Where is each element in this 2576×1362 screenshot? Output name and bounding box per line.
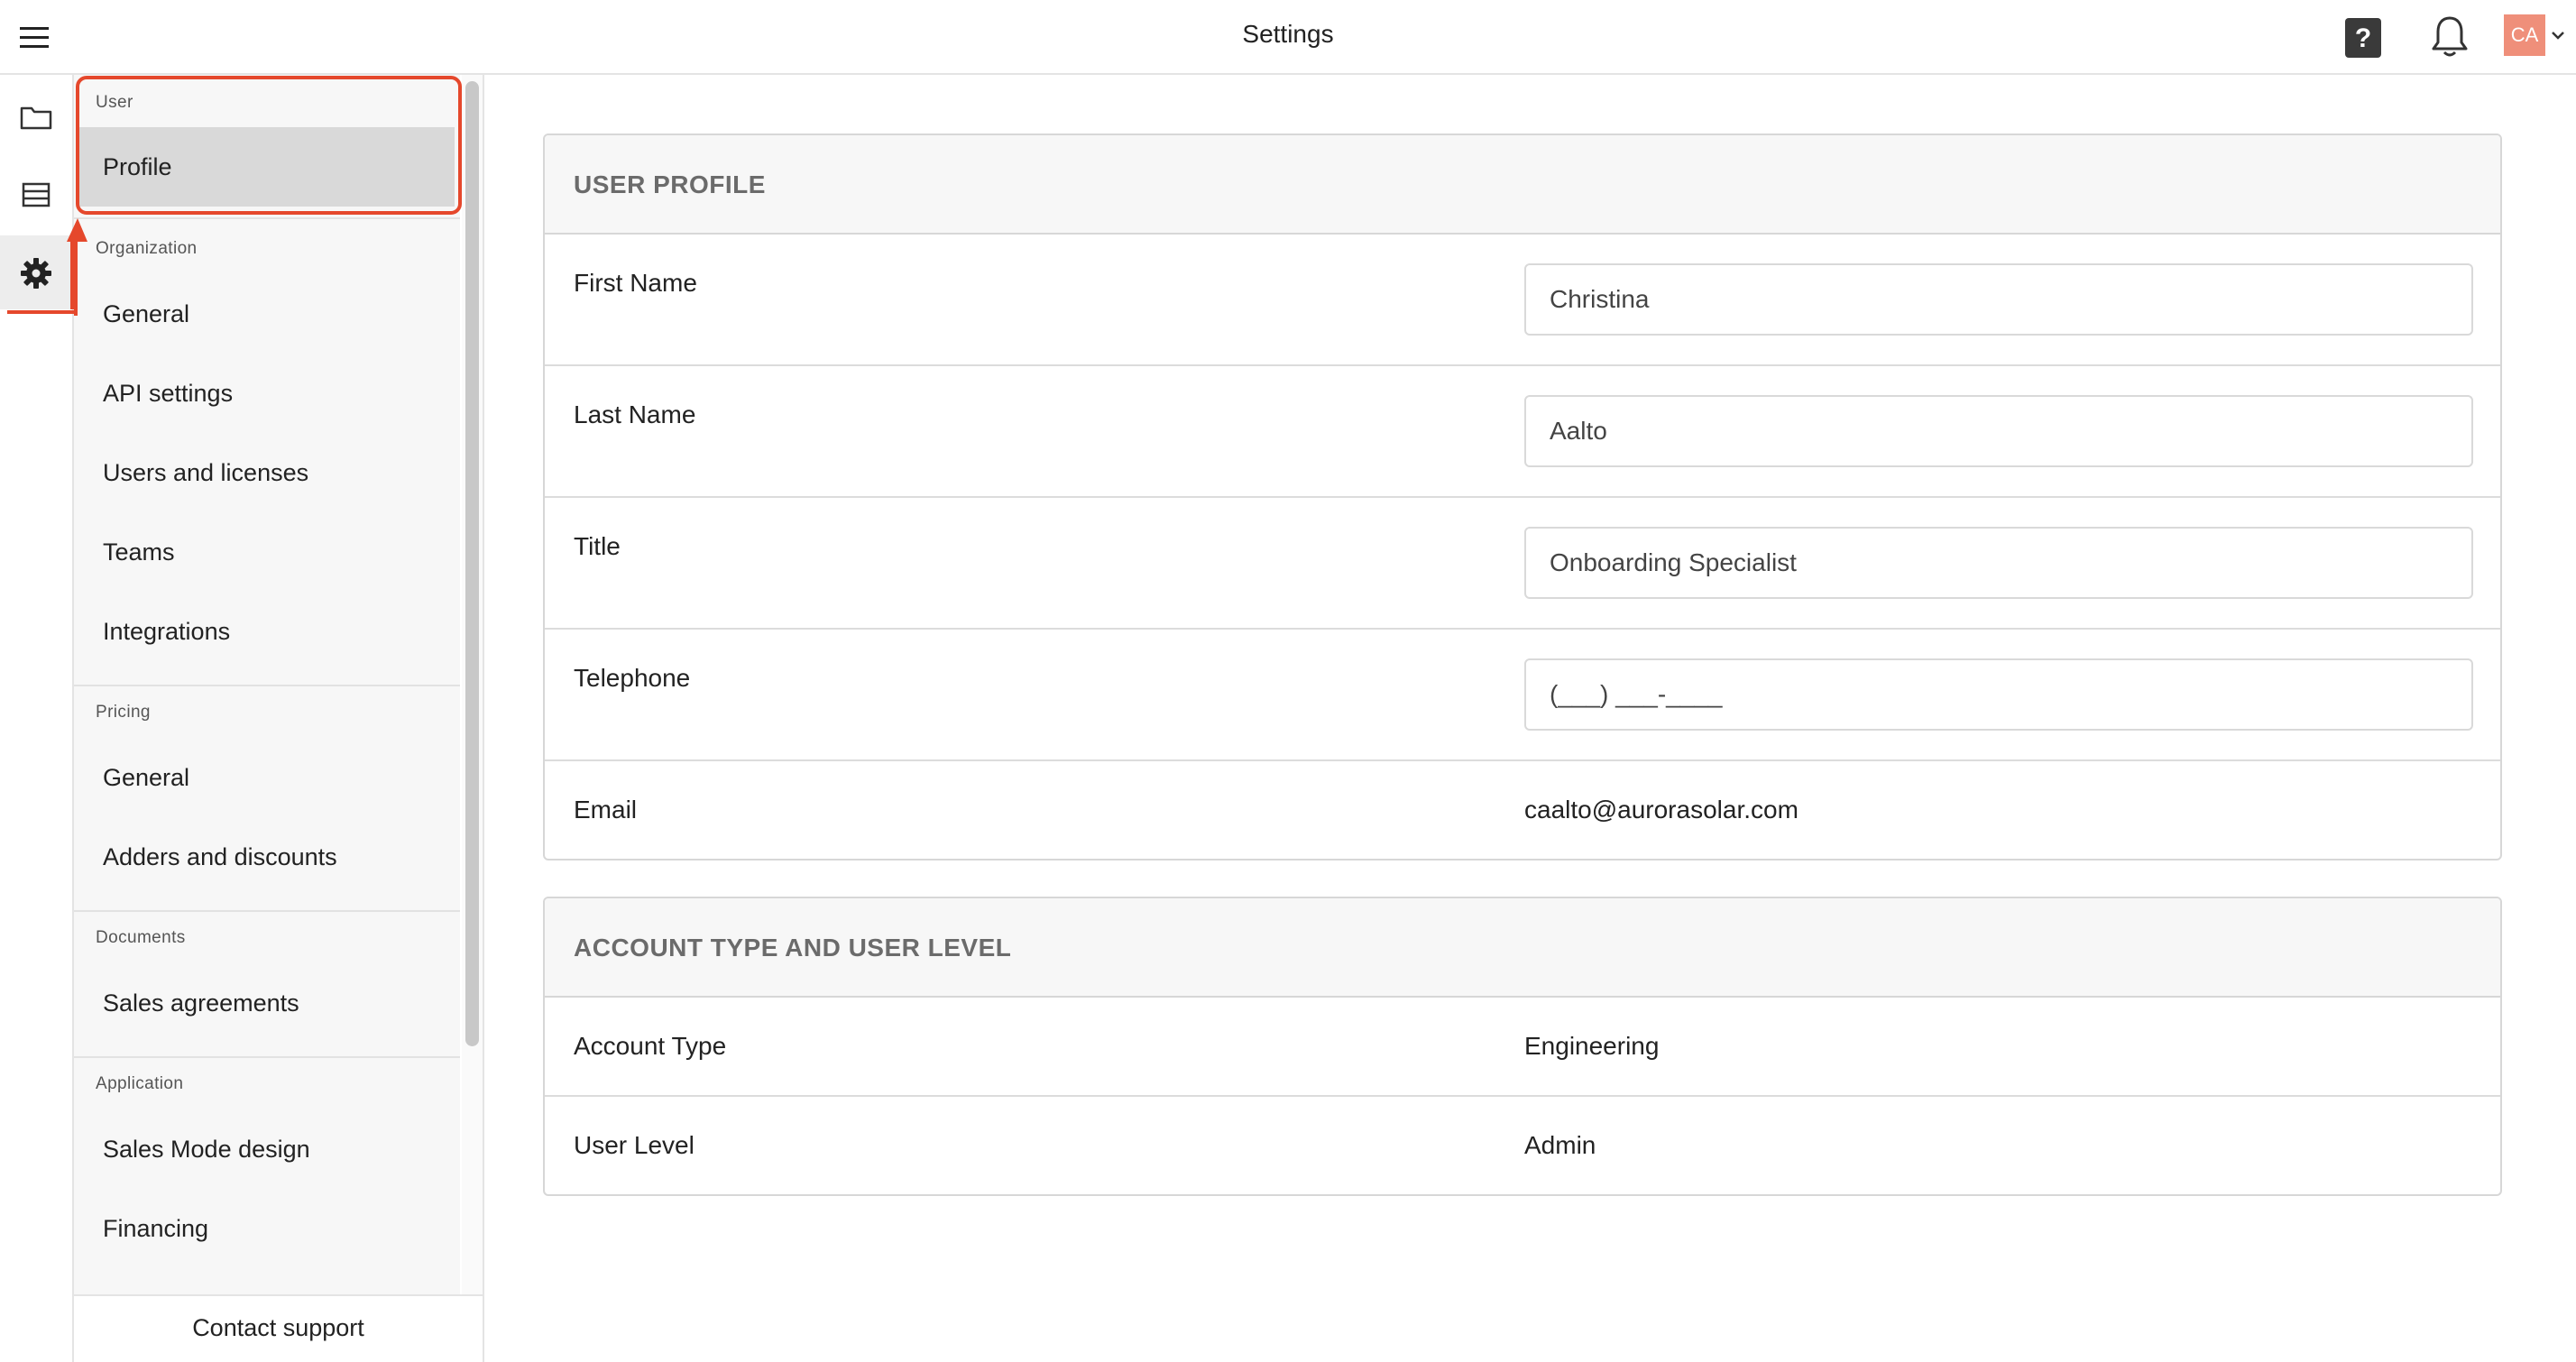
sidebar-item-teams[interactable]: Teams xyxy=(74,512,460,592)
account-type-value: Engineering xyxy=(1524,1032,1660,1060)
divider xyxy=(74,217,460,219)
settings-sidebar: User Profile Organization General API se… xyxy=(74,75,460,1294)
title-input[interactable] xyxy=(1524,527,2473,599)
telephone-label: Telephone xyxy=(574,664,691,692)
divider xyxy=(74,685,460,686)
user-avatar[interactable]: CA xyxy=(2504,14,2545,56)
section-title-documents: Documents xyxy=(96,928,186,947)
divider xyxy=(74,910,460,912)
title-row: Title xyxy=(545,498,2500,630)
telephone-input[interactable] xyxy=(1524,658,2473,731)
notifications-bell-icon[interactable] xyxy=(2430,14,2470,60)
telephone-row: Telephone xyxy=(545,630,2500,761)
sidebar-item-sales-agreements[interactable]: Sales agreements xyxy=(74,963,460,1043)
user-level-value: Admin xyxy=(1524,1131,1596,1159)
sidebar-item-users-licenses[interactable]: Users and licenses xyxy=(74,433,460,512)
sidebar-item-financing[interactable]: Financing xyxy=(74,1189,460,1268)
last-name-label: Last Name xyxy=(574,400,696,428)
first-name-input[interactable] xyxy=(1524,263,2473,336)
user-level-label: User Level xyxy=(574,1131,695,1159)
help-question-icon: ? xyxy=(2354,23,2372,53)
gear-icon xyxy=(21,258,51,289)
title-label: Title xyxy=(574,532,621,560)
help-button[interactable]: ? xyxy=(2345,18,2381,58)
user-profile-heading: USER PROFILE xyxy=(545,135,2500,235)
email-value: caalto@aurorasolar.com xyxy=(1524,796,1799,824)
email-row: Email caalto@aurorasolar.com xyxy=(545,761,2500,859)
first-name-label: First Name xyxy=(574,269,697,297)
account-type-label: Account Type xyxy=(574,1032,727,1060)
sidebar-item-api-settings[interactable]: API settings xyxy=(74,354,460,433)
sidebar-scrollbar-thumb[interactable] xyxy=(465,81,479,1046)
rail-projects-button[interactable] xyxy=(0,79,72,153)
page-title: Settings xyxy=(1242,20,1334,48)
section-title-pricing: Pricing xyxy=(96,703,151,722)
sidebar-item-integrations[interactable]: Integrations xyxy=(74,592,460,671)
section-title-user: User xyxy=(96,93,133,112)
rail-settings-button[interactable] xyxy=(0,235,74,309)
account-type-row: Account Type Engineering xyxy=(545,998,2500,1097)
rail-annotation-line xyxy=(7,310,74,314)
divider xyxy=(74,1056,460,1058)
list-icon xyxy=(22,182,51,207)
email-label: Email xyxy=(574,796,638,824)
icon-rail xyxy=(0,75,74,1362)
account-type-panel: ACCOUNT TYPE AND USER LEVEL Account Type… xyxy=(543,897,2502,1196)
rail-database-button[interactable] xyxy=(0,157,72,231)
user-profile-panel: USER PROFILE First Name Last Name Title … xyxy=(543,133,2502,860)
last-name-input[interactable] xyxy=(1524,395,2473,467)
sidebar-border xyxy=(483,75,484,1362)
top-header: Settings ? CA xyxy=(0,0,2576,75)
first-name-row: First Name xyxy=(545,235,2500,366)
sidebar-item-profile[interactable]: Profile xyxy=(79,127,455,207)
sidebar-item-org-general[interactable]: General xyxy=(74,274,460,354)
last-name-row: Last Name xyxy=(545,366,2500,498)
sidebar-item-pricing-general[interactable]: General xyxy=(74,738,460,817)
folder-icon xyxy=(20,106,52,130)
chevron-down-icon[interactable] xyxy=(2550,27,2566,43)
section-title-application: Application xyxy=(96,1074,184,1093)
sidebar-item-sales-mode-design[interactable]: Sales Mode design xyxy=(74,1109,460,1189)
contact-support-button[interactable]: Contact support xyxy=(74,1294,483,1362)
sidebar-item-adders-discounts[interactable]: Adders and discounts xyxy=(74,817,460,897)
section-title-organization: Organization xyxy=(96,239,198,258)
account-type-heading: ACCOUNT TYPE AND USER LEVEL xyxy=(545,898,2500,998)
user-level-row: User Level Admin xyxy=(545,1097,2500,1194)
